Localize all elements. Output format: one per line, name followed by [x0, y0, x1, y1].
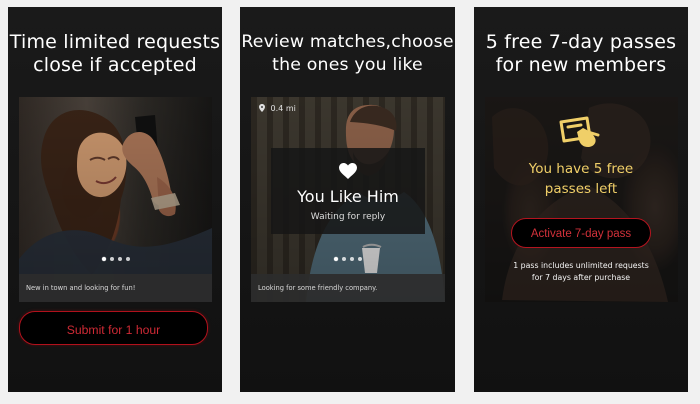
photo-page-dot[interactable]: [342, 257, 346, 261]
screen-headline: Time limited requests close if accepted: [9, 31, 221, 76]
screen-headline: 5 free 7-day passes for new members: [485, 31, 677, 76]
profile-caption: Looking for some friendly company.: [251, 274, 445, 302]
profile-caption: New in town and looking for fun!: [19, 274, 212, 302]
photo-page-indicator[interactable]: [251, 257, 445, 265]
profile-card[interactable]: New in town and looking for fun!: [19, 97, 212, 302]
screen-review-matches: Review matches,choose the ones you like: [240, 7, 455, 392]
screen-time-limited-requests: Time limited requests close if accepted: [8, 7, 222, 392]
pass-ticket-icon: [559, 116, 600, 147]
photo-page-indicator[interactable]: [19, 257, 212, 265]
map-pin-icon: [259, 104, 265, 112]
screen-free-passes: 5 free 7-day passes for new members You …: [474, 7, 688, 392]
photo-page-dot[interactable]: [125, 257, 130, 261]
match-title: You Like Him: [297, 187, 399, 206]
pass-details-note: 1 pass includes unlimited requests for 7…: [513, 261, 649, 282]
photo-page-dot[interactable]: [101, 257, 106, 261]
free-passes-message: You have 5 free passes left: [528, 161, 634, 197]
photo-page-dot[interactable]: [117, 257, 122, 261]
photo-page-dot[interactable]: [350, 257, 354, 261]
distance-label: 0.4 mi: [259, 104, 296, 114]
submit-for-1-hour-button[interactable]: Submit for 1 hour: [19, 311, 208, 345]
match-status-overlay: You Like Him Waiting for reply: [271, 148, 425, 234]
distance-value: 0.4 mi: [270, 104, 296, 113]
photo-page-dot[interactable]: [358, 257, 362, 261]
screen-headline: Review matches,choose the ones you like: [241, 32, 454, 75]
photo-shade: [19, 97, 212, 302]
photo-page-dot[interactable]: [109, 257, 114, 261]
heart-icon: [339, 163, 357, 179]
match-status: Waiting for reply: [310, 212, 386, 222]
app-store-screenshot-strip: Time limited requests close if accepted: [0, 0, 700, 404]
photo-page-dot[interactable]: [334, 257, 338, 261]
activate-7-day-pass-button[interactable]: Activate 7-day pass: [511, 218, 651, 248]
